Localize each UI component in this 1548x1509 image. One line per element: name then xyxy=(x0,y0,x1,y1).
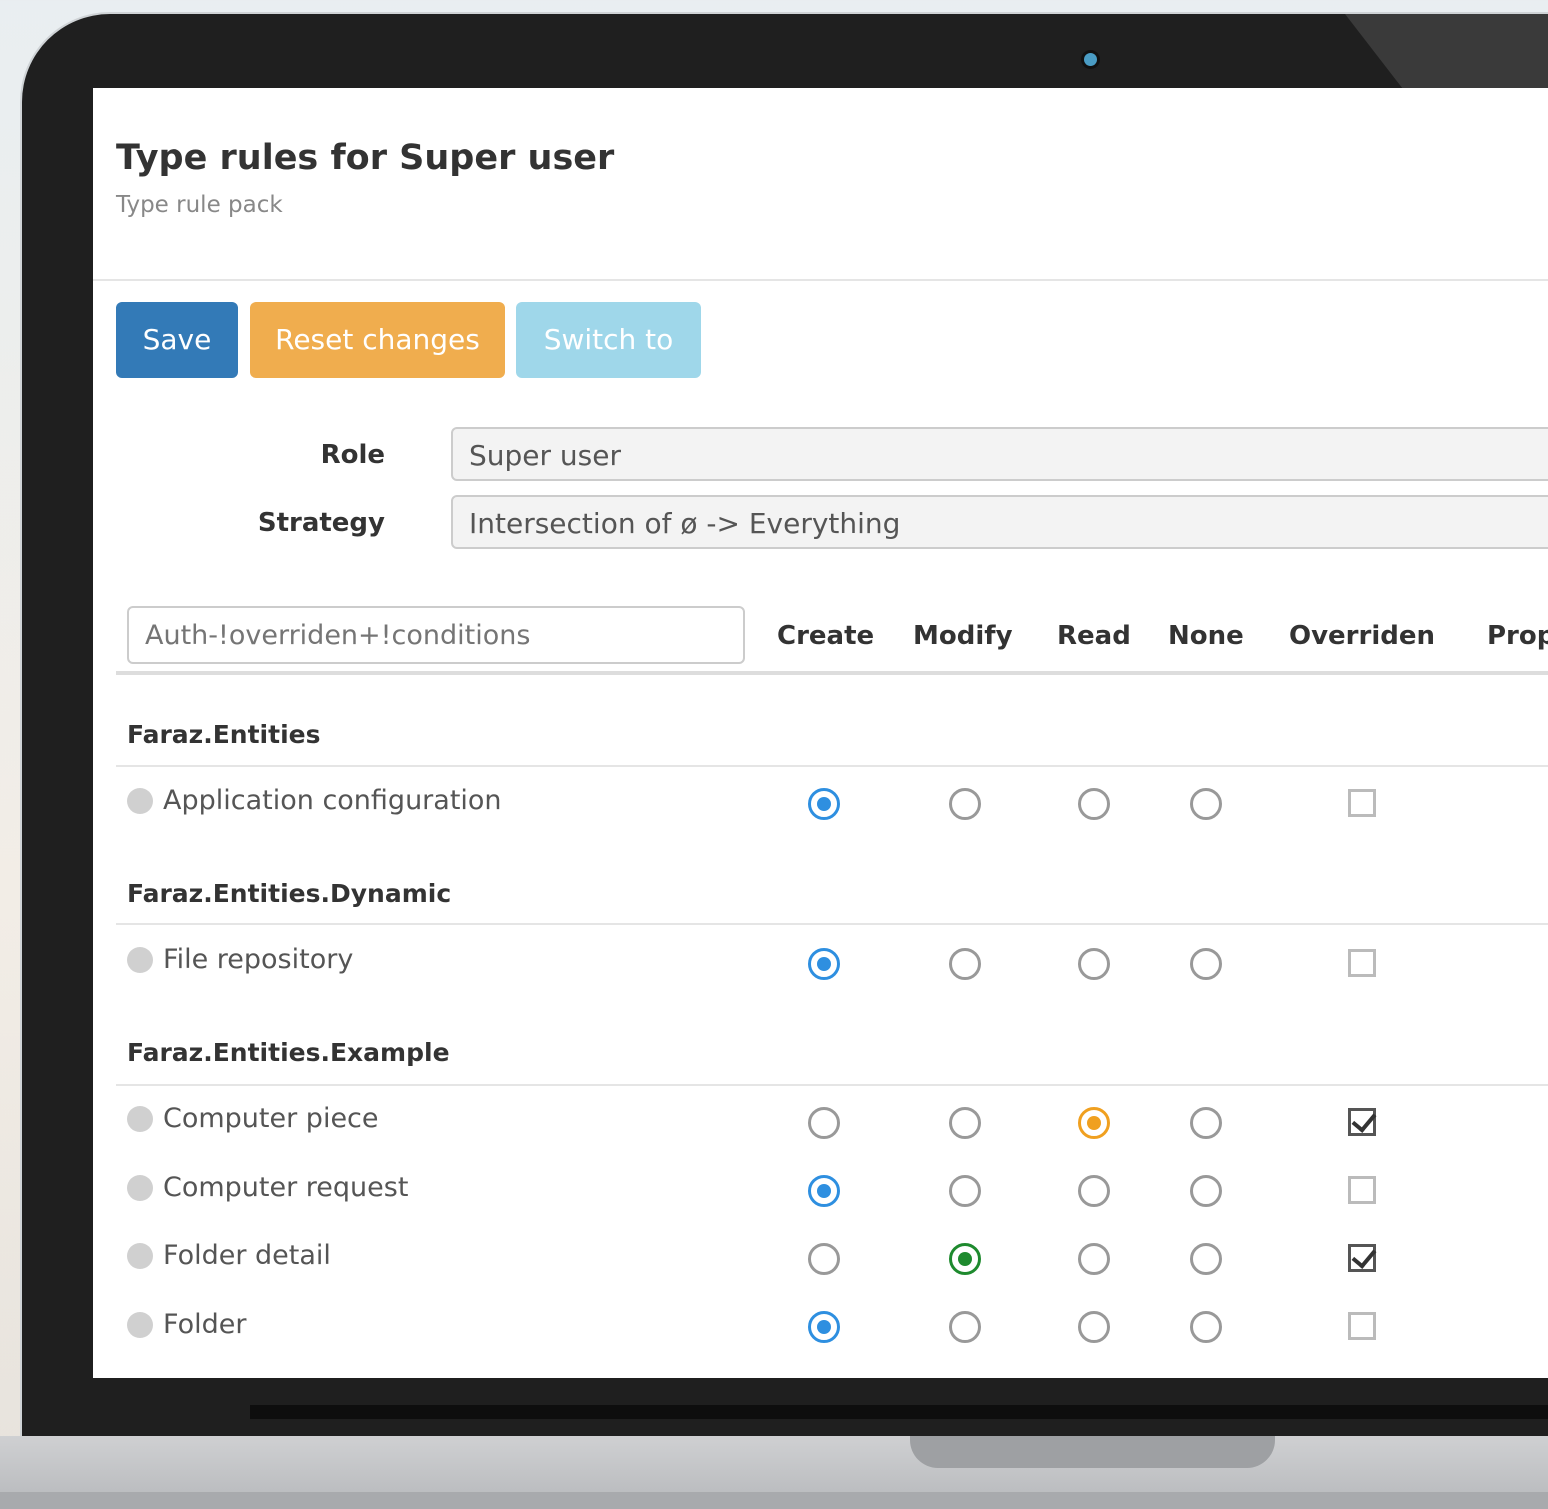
laptop-base-bottom xyxy=(0,1492,1548,1509)
modify-radio[interactable] xyxy=(949,948,981,980)
role-field[interactable]: Super user xyxy=(451,427,1548,481)
modify-radio[interactable] xyxy=(949,1243,981,1275)
row-type-name: Computer piece xyxy=(163,1103,379,1134)
modify-radio[interactable] xyxy=(949,1107,981,1139)
page-subtitle: Type rule pack xyxy=(116,192,283,218)
column-none: None xyxy=(1168,621,1244,651)
row-type-name: Application configuration xyxy=(163,785,502,816)
overriden-checkbox[interactable] xyxy=(1348,1108,1376,1136)
camera-icon xyxy=(1084,53,1097,66)
modify-radio[interactable] xyxy=(949,1311,981,1343)
column-overriden: Overriden xyxy=(1289,621,1435,651)
laptop-base-notch xyxy=(910,1436,1275,1468)
filter-input[interactable] xyxy=(127,606,745,664)
table-row-label: Computer piece xyxy=(127,1103,379,1134)
status-dot-icon xyxy=(127,1311,153,1338)
namespace-heading: Faraz.Entities xyxy=(127,720,321,749)
status-dot-icon xyxy=(127,787,153,814)
reset-changes-button[interactable]: Reset changes xyxy=(250,302,505,378)
page-title: Type rules for Super user xyxy=(116,138,615,178)
switch-to-button[interactable]: Switch to xyxy=(516,302,701,378)
none-radio[interactable] xyxy=(1190,1311,1222,1343)
table-row-label: File repository xyxy=(127,944,353,975)
table-header-divider xyxy=(116,671,1548,675)
column-create: Create xyxy=(777,621,875,651)
strategy-field[interactable]: Intersection of ø -> Everything xyxy=(451,495,1548,549)
row-type-name: Computer request xyxy=(163,1172,409,1203)
status-dot-icon xyxy=(127,946,153,973)
namespace-heading: Faraz.Entities.Dynamic xyxy=(127,879,452,908)
table-row-label: Folder detail xyxy=(127,1240,331,1271)
screen: Type rules for Super user Type rule pack… xyxy=(93,88,1548,1378)
read-radio[interactable] xyxy=(1078,1175,1110,1207)
row-type-name: Folder detail xyxy=(163,1240,331,1271)
status-dot-icon xyxy=(127,1242,153,1269)
namespace-divider xyxy=(116,765,1548,767)
column-read: Read xyxy=(1057,621,1131,651)
none-radio[interactable] xyxy=(1190,948,1222,980)
none-radio[interactable] xyxy=(1190,1243,1222,1275)
save-button[interactable]: Save xyxy=(116,302,238,378)
create-radio[interactable] xyxy=(808,1311,840,1343)
create-radio[interactable] xyxy=(808,1175,840,1207)
column-prop: Prop xyxy=(1487,621,1548,651)
row-type-name: File repository xyxy=(163,944,354,975)
overriden-checkbox[interactable] xyxy=(1348,789,1376,817)
role-label: Role xyxy=(320,440,385,470)
modify-radio[interactable] xyxy=(949,788,981,820)
namespace-heading: Faraz.Entities.Example xyxy=(127,1038,450,1067)
table-row-label: Computer request xyxy=(127,1172,408,1203)
modify-radio[interactable] xyxy=(949,1175,981,1207)
page-header: Type rules for Super user Type rule pack xyxy=(116,138,614,218)
read-radio[interactable] xyxy=(1078,788,1110,820)
status-dot-icon xyxy=(127,1105,153,1132)
overriden-checkbox[interactable] xyxy=(1348,1244,1376,1272)
read-radio[interactable] xyxy=(1078,948,1110,980)
none-radio[interactable] xyxy=(1190,1175,1222,1207)
namespace-divider xyxy=(116,923,1548,925)
namespace-divider xyxy=(116,1084,1548,1086)
strategy-label: Strategy xyxy=(257,508,385,538)
overriden-checkbox[interactable] xyxy=(1348,1176,1376,1204)
bezel-bottom xyxy=(250,1405,1548,1419)
create-radio[interactable] xyxy=(808,1107,840,1139)
row-type-name: Folder xyxy=(163,1309,247,1340)
overriden-checkbox[interactable] xyxy=(1348,1312,1376,1340)
column-modify: Modify xyxy=(913,621,1013,651)
create-radio[interactable] xyxy=(808,1243,840,1275)
read-radio[interactable] xyxy=(1078,1243,1110,1275)
none-radio[interactable] xyxy=(1190,1107,1222,1139)
create-radio[interactable] xyxy=(808,948,840,980)
table-row-label: Folder xyxy=(127,1309,246,1340)
overriden-checkbox[interactable] xyxy=(1348,949,1376,977)
status-dot-icon xyxy=(127,1174,153,1201)
read-radio[interactable] xyxy=(1078,1311,1110,1343)
header-divider xyxy=(93,279,1548,281)
create-radio[interactable] xyxy=(808,788,840,820)
none-radio[interactable] xyxy=(1190,788,1222,820)
read-radio[interactable] xyxy=(1078,1107,1110,1139)
table-row-label: Application configuration xyxy=(127,785,502,816)
